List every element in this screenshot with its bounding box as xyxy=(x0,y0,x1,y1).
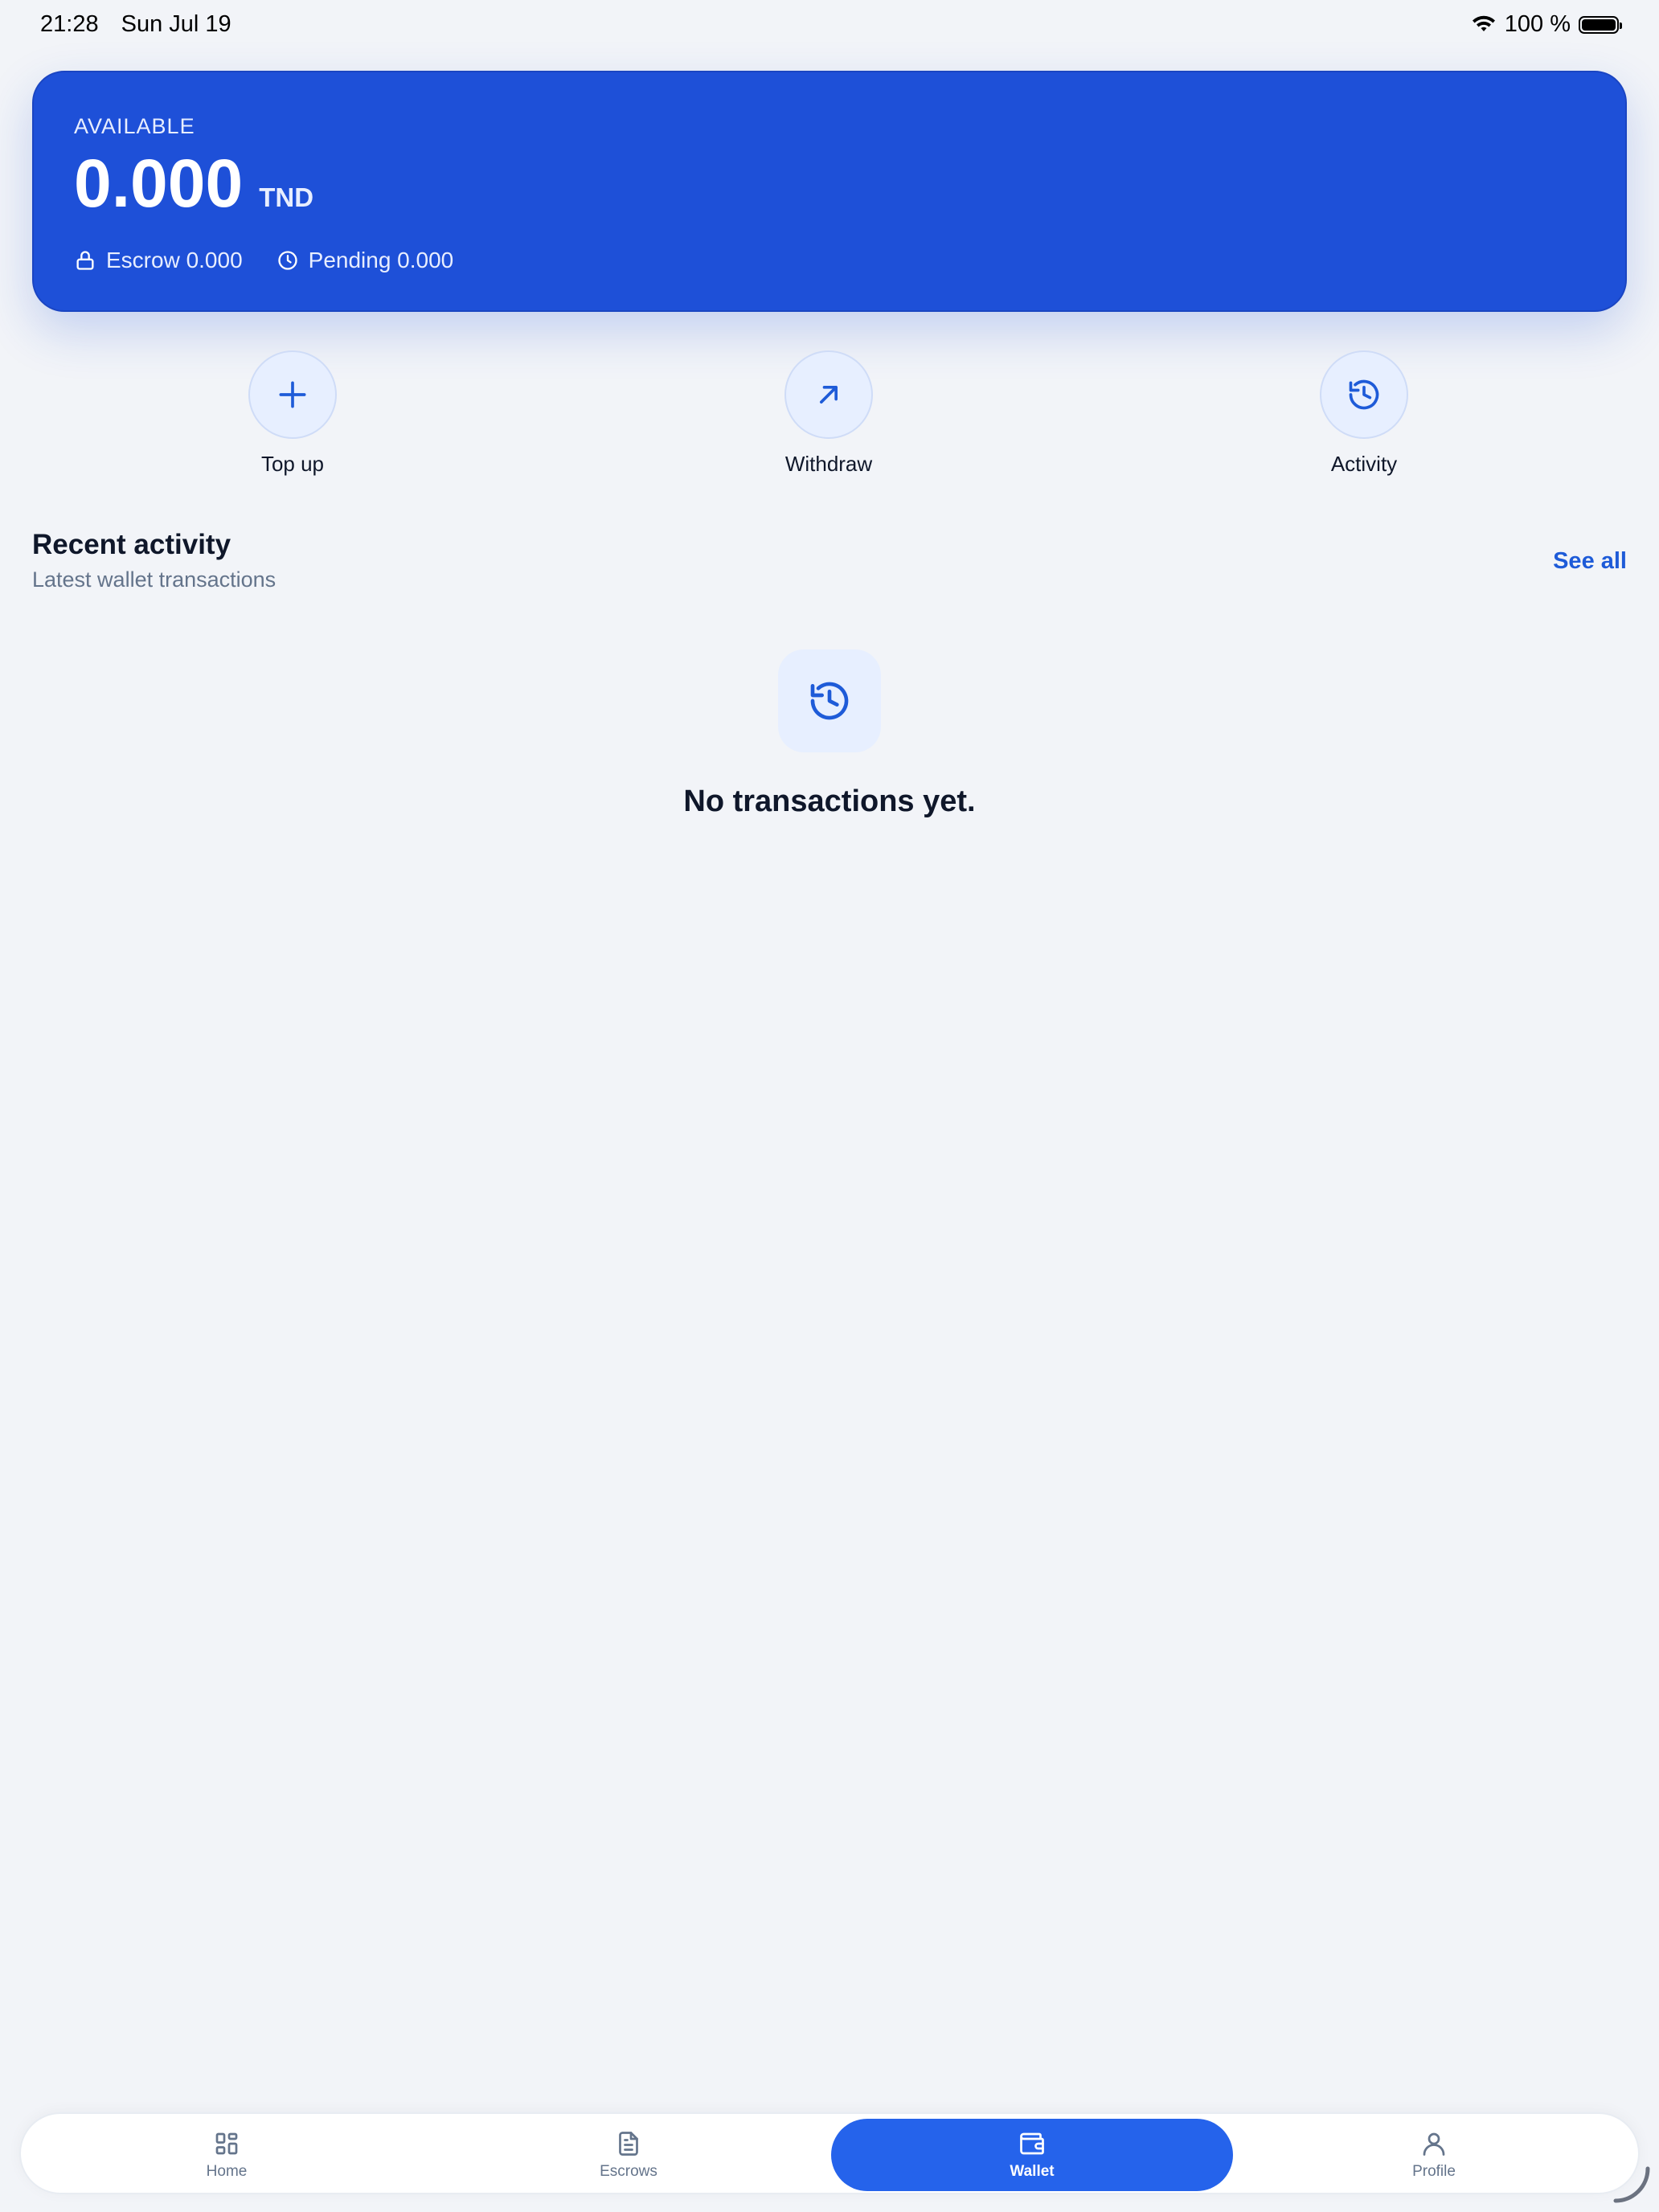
see-all-link[interactable]: See all xyxy=(1553,548,1627,575)
status-time-date: 21:28 Sun Jul 19 xyxy=(40,11,231,38)
wallet-icon xyxy=(1020,2132,1044,2155)
status-indicators: 100 % xyxy=(1471,11,1622,38)
lock-icon xyxy=(76,251,94,270)
tab-wallet-label: Wallet xyxy=(1010,2163,1055,2180)
balance-card: AVAILABLE 0.000 TND Escrow 0.000 Pending… xyxy=(32,71,1627,312)
balance-amount: 0.000 xyxy=(74,145,244,221)
tab-escrows[interactable]: Escrows xyxy=(428,2119,830,2191)
activity-label: Activity xyxy=(1330,452,1398,476)
withdraw-label: Withdraw xyxy=(784,452,873,476)
clock-icon xyxy=(277,251,297,270)
grid-icon xyxy=(215,2132,238,2155)
battery-icon xyxy=(1579,15,1622,34)
plus-icon xyxy=(279,381,306,408)
status-bar: 21:28 Sun Jul 19 100 % xyxy=(0,0,1659,51)
tab-profile-label: Profile xyxy=(1412,2163,1456,2180)
recent-activity-title: Recent activity xyxy=(32,529,231,560)
activity-circle[interactable] xyxy=(1320,350,1408,439)
balance-label: AVAILABLE xyxy=(74,114,195,138)
balance-breakdown: Escrow 0.000 Pending 0.000 xyxy=(74,248,487,273)
balance-currency: TND xyxy=(259,182,314,212)
tab-home-label: Home xyxy=(206,2163,248,2180)
escrow-text: Escrow 0.000 xyxy=(106,248,243,272)
corner-resize-indicator xyxy=(1613,2166,1650,2203)
balance-amount-row: 0.000 TND xyxy=(74,150,313,217)
tab-home[interactable]: Home xyxy=(26,2119,428,2191)
user-icon xyxy=(1423,2132,1445,2156)
withdraw-circle[interactable] xyxy=(784,350,873,439)
recent-activity-subtitle: Latest wallet transactions xyxy=(32,567,276,592)
top-up-label: Top up xyxy=(260,452,325,476)
status-date: Sun Jul 19 xyxy=(121,11,231,37)
bottom-tab-bar: Home Escrows Wallet Profile xyxy=(19,2112,1640,2194)
document-icon xyxy=(619,2132,638,2156)
top-up-button[interactable]: Top up xyxy=(196,350,389,477)
escrow-amount: Escrow 0.000 xyxy=(74,248,243,273)
wifi-icon xyxy=(1472,15,1495,31)
history-icon xyxy=(810,682,849,720)
pending-text: Pending 0.000 xyxy=(308,248,454,272)
tab-profile[interactable]: Profile xyxy=(1233,2119,1635,2191)
top-up-circle[interactable] xyxy=(248,350,337,439)
tab-wallet[interactable]: Wallet xyxy=(831,2119,1233,2191)
status-time: 21:28 xyxy=(40,11,99,37)
empty-state-icon-box xyxy=(778,649,881,752)
empty-state-text: No transactions yet. xyxy=(683,784,976,818)
tab-escrows-label: Escrows xyxy=(600,2163,657,2180)
pending-amount: Pending 0.000 xyxy=(276,248,454,273)
activity-button[interactable]: Activity xyxy=(1268,350,1460,477)
battery-percent: 100 % xyxy=(1504,11,1571,37)
history-icon xyxy=(1349,379,1379,410)
withdraw-button[interactable]: Withdraw xyxy=(732,350,925,477)
arrow-up-right-icon xyxy=(820,386,838,403)
